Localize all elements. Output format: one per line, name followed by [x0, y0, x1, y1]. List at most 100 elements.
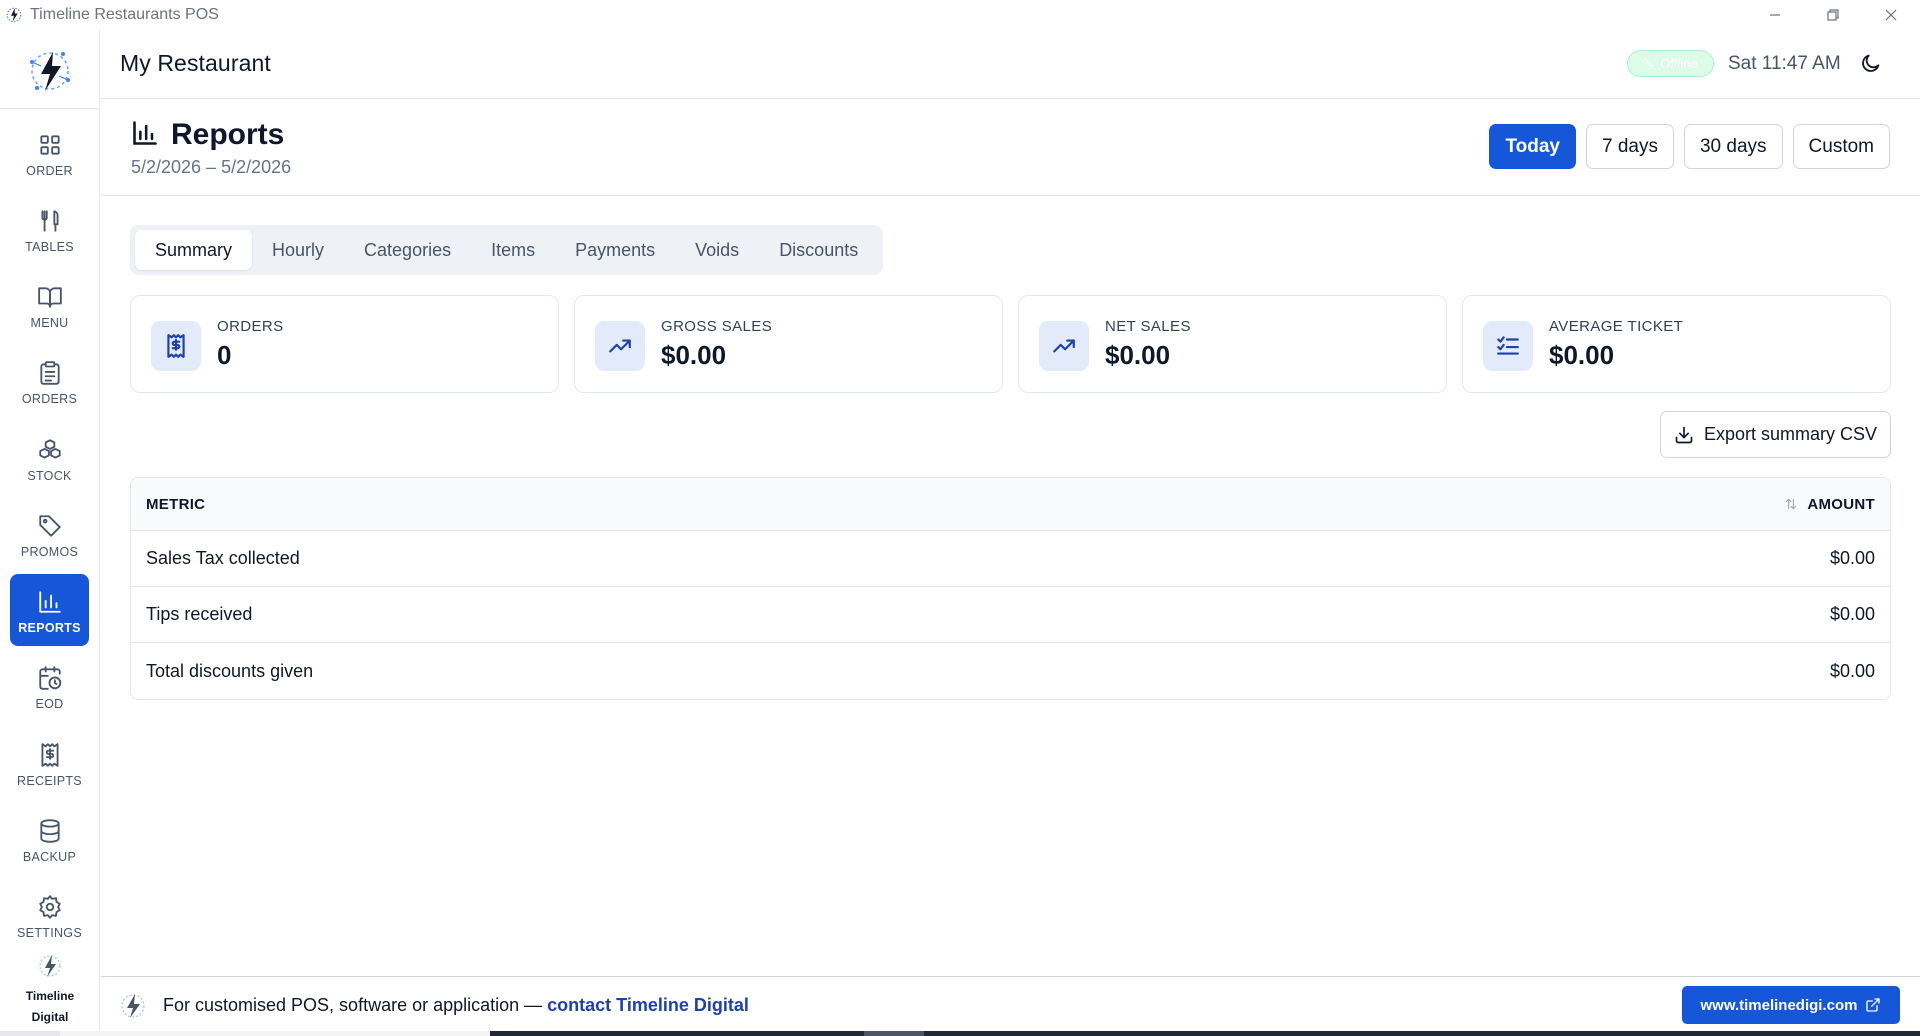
sidebar-item-label: SETTINGS [17, 926, 82, 940]
close-button[interactable] [1862, 0, 1920, 30]
sidebar-item-label: TABLES [25, 240, 74, 254]
sidebar-item-eod[interactable]: EOD [10, 650, 89, 722]
window-title: Timeline Restaurants POS [30, 6, 219, 23]
logo-icon [6, 7, 22, 23]
brand-name-line2: Digital [31, 1010, 69, 1024]
date-range: 5/2/2026 – 5/2/2026 [131, 157, 292, 177]
table-header: METRIC AMOUNT [131, 478, 1890, 531]
brand-name-line1: Timeline [25, 989, 75, 1003]
database-icon [37, 818, 63, 844]
tab-payments[interactable]: Payments [555, 230, 675, 270]
stat-value: $0.00 [1105, 340, 1171, 370]
taskbar-segment [60, 1031, 490, 1036]
range-today-button[interactable]: Today [1489, 124, 1576, 169]
website-label: www.timelinedigi.com [1700, 996, 1858, 1014]
cell-metric: Sales Tax collected [146, 548, 300, 568]
pos-app: Timeline Restaurants POS ORDER TABLES ME… [0, 0, 1920, 1036]
stat-label: GROSS SALES [661, 318, 773, 335]
theme-toggle-button[interactable] [1860, 52, 1884, 76]
boxes-icon [37, 437, 63, 463]
sidebar-item-label: STOCK [27, 469, 72, 483]
sort-icon [1786, 498, 1797, 510]
sidebar-item-menu[interactable]: MENU [10, 269, 89, 341]
cell-amount: $0.00 [1829, 660, 1875, 681]
stat-value: $0.00 [1549, 340, 1615, 370]
window-controls [1746, 0, 1920, 30]
sidebar-item-label: EOD [35, 697, 64, 711]
external-link-icon [1866, 998, 1881, 1012]
moon-icon [1862, 54, 1880, 72]
range-custom-button[interactable]: Custom [1792, 124, 1890, 169]
range-30-days-button[interactable]: 30 days [1683, 124, 1783, 169]
promo-footer: For customised POS, software or applicat… [101, 976, 1920, 1031]
sidebar-item-label: BACKUP [22, 850, 77, 864]
column-header-metric[interactable]: METRIC [146, 496, 205, 513]
book-icon [37, 284, 63, 310]
export-label: Export summary CSV [1703, 424, 1878, 444]
status-text: Offline [1660, 56, 1698, 71]
cell-metric: Tips received [146, 604, 253, 624]
header-clock: Sat 11:47 AM [1728, 53, 1841, 74]
sidebar-item-label: REPORTS [18, 621, 81, 635]
wifi-off-icon [1644, 57, 1656, 70]
cell-amount: $0.00 [1829, 604, 1875, 624]
dollar-receipt-icon [151, 321, 201, 371]
sidebar: ORDER TABLES MENU ORDERS STOCK PROMOS RE… [0, 30, 100, 1031]
footer-message: For customised POS, software or applicat… [163, 995, 749, 1016]
minimize-icon [1770, 14, 1780, 16]
bar-chart-icon [131, 119, 159, 152]
stat-card-orders: ORDERS 0 [130, 295, 559, 393]
tab-discounts[interactable]: Discounts [759, 230, 878, 270]
logo-icon [39, 955, 61, 977]
stat-label: NET SALES [1105, 318, 1191, 335]
sidebar-item-tables[interactable]: TABLES [10, 193, 89, 265]
column-header-amount-label: AMOUNT [1807, 495, 1875, 513]
sidebar-item-label: ORDER [26, 164, 73, 178]
contact-link[interactable]: contact Timeline Digital [547, 995, 749, 1015]
stat-cards: ORDERS 0 GROSS SALES $0.00 NET SALES $0.… [130, 295, 1891, 393]
sidebar-item-label: PROMOS [20, 545, 79, 559]
close-icon [1885, 9, 1897, 21]
taskbar-segment [0, 1031, 60, 1036]
sidebar-item-backup[interactable]: BACKUP [10, 803, 89, 875]
sidebar-item-label: RECEIPTS [17, 774, 82, 788]
tab-voids[interactable]: Voids [675, 230, 759, 270]
cell-amount: $0.00 [1829, 548, 1875, 568]
calendar-clock-icon [37, 665, 63, 691]
stat-card-net-sales: NET SALES $0.00 [1018, 295, 1447, 393]
logo-icon [121, 994, 145, 1018]
website-button[interactable]: www.timelinedigi.com [1682, 986, 1900, 1024]
sidebar-item-reports[interactable]: REPORTS [10, 574, 89, 646]
stat-label: AVERAGE TICKET [1549, 318, 1684, 335]
tab-categories[interactable]: Categories [344, 230, 471, 270]
summary-table: METRIC AMOUNT Sales Tax collected $0.00 … [130, 477, 1891, 700]
page-header: Reports 5/2/2026 – 5/2/2026 Today 7 days… [101, 100, 1920, 196]
sidebar-item-receipts[interactable]: RECEIPTS [10, 727, 89, 799]
tab-items[interactable]: Items [471, 230, 555, 270]
range-7-days-button[interactable]: 7 days [1586, 124, 1674, 169]
status-badge: Offline [1627, 50, 1714, 77]
range-selector: Today 7 days 30 days Custom [1489, 124, 1890, 169]
sidebar-item-orders[interactable]: ORDERS [10, 345, 89, 417]
sidebar-item-order[interactable]: ORDER [10, 117, 89, 189]
restore-button[interactable] [1804, 0, 1862, 30]
sidebar-item-label: MENU [30, 316, 69, 330]
sidebar-item-settings[interactable]: SETTINGS [10, 879, 89, 951]
stat-card-gross-sales: GROSS SALES $0.00 [574, 295, 1003, 393]
stat-value: $0.00 [661, 340, 727, 370]
tab-summary[interactable]: Summary [135, 230, 253, 270]
column-header-amount[interactable]: AMOUNT [1784, 496, 1875, 513]
sidebar-brand: Timeline Digital [0, 952, 100, 1027]
restaurant-name: My Restaurant [120, 50, 271, 76]
bar-chart-icon [37, 589, 63, 615]
sidebar-item-stock[interactable]: STOCK [10, 422, 89, 494]
stat-value: 0 [217, 340, 232, 370]
clipboard-icon [37, 360, 63, 386]
os-taskbar-strip [0, 1031, 1920, 1036]
export-summary-csv-button[interactable]: Export summary CSV [1660, 411, 1891, 458]
sidebar-item-promos[interactable]: PROMOS [10, 498, 89, 570]
logo-icon [30, 52, 70, 91]
tab-hourly[interactable]: Hourly [252, 230, 344, 270]
sidebar-item-label: ORDERS [21, 392, 78, 406]
minimize-button[interactable] [1746, 0, 1804, 30]
